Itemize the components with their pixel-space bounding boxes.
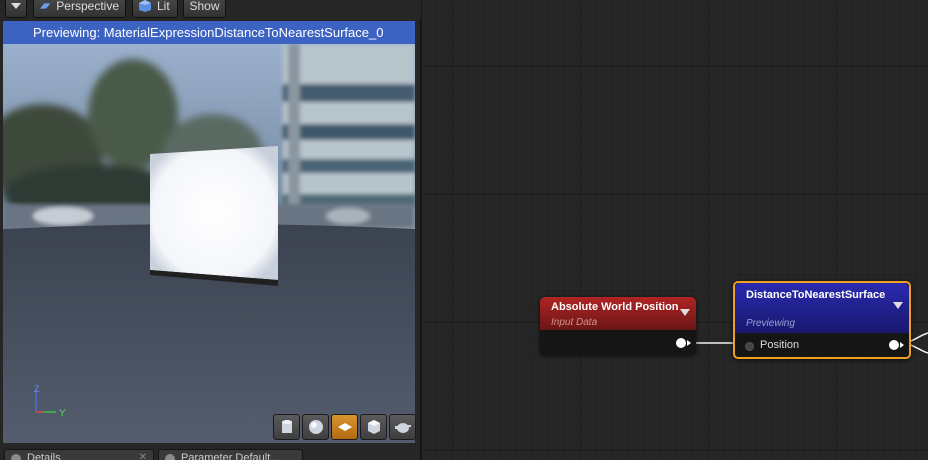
node-absolute-world-position[interactable]: Absolute World Position Input Data <box>540 297 696 355</box>
node-subtitle: Previewing <box>746 318 795 329</box>
node-distance-to-nearest-surface[interactable]: DistanceToNearestSurface Previewing Posi… <box>733 281 911 359</box>
position-input-label: Position <box>760 339 800 351</box>
node-title: Absolute World Position <box>551 301 679 313</box>
material-editor: Perspective Lit Show Previewing: Materia… <box>0 0 928 460</box>
position-input-pin[interactable] <box>745 342 754 351</box>
node-collapse-arrow-icon[interactable] <box>680 309 690 316</box>
output-pin-arrow-icon <box>900 342 904 348</box>
output-pin[interactable] <box>676 338 686 348</box>
graph-wires <box>686 332 928 354</box>
output-pin[interactable] <box>889 340 899 350</box>
node-title: DistanceToNearestSurface <box>746 289 886 301</box>
node-subtitle: Input Data <box>551 317 598 328</box>
output-pin-arrow-icon <box>687 340 691 346</box>
node-collapse-arrow-icon[interactable] <box>893 302 903 309</box>
